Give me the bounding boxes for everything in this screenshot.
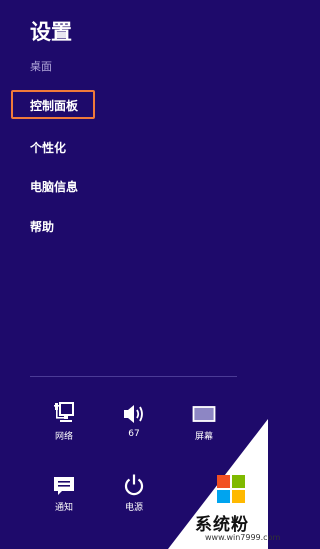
network-label: 网络 bbox=[54, 432, 73, 442]
watermark-brand: 系统粉 bbox=[195, 515, 249, 535]
notifications-tile[interactable]: 通知 bbox=[44, 473, 84, 513]
watermark-site: www.win7999.com bbox=[205, 533, 281, 542]
menu-item-personalize[interactable]: 个性化 bbox=[30, 139, 66, 156]
network-tile[interactable]: 网络 bbox=[44, 402, 84, 442]
power-label: 电源 bbox=[124, 503, 143, 513]
page-title: 设置 bbox=[30, 20, 72, 44]
divider bbox=[30, 376, 237, 377]
volume-tile[interactable]: 67 bbox=[114, 402, 154, 439]
menu-item-help[interactable]: 帮助 bbox=[30, 218, 54, 235]
menu-item-control-panel[interactable]: 控制面板 bbox=[30, 97, 78, 114]
power-tile[interactable]: 电源 bbox=[114, 473, 154, 513]
volume-label: 67 bbox=[128, 429, 140, 439]
notifications-icon bbox=[54, 477, 74, 495]
power-icon bbox=[124, 474, 144, 496]
notifications-label: 通知 bbox=[54, 503, 73, 513]
network-icon bbox=[54, 402, 74, 422]
menu-item-pc-info[interactable]: 电脑信息 bbox=[30, 178, 78, 195]
windows-logo-icon bbox=[217, 475, 245, 503]
page-subtitle: 桌面 bbox=[30, 60, 52, 73]
volume-icon bbox=[124, 405, 143, 423]
